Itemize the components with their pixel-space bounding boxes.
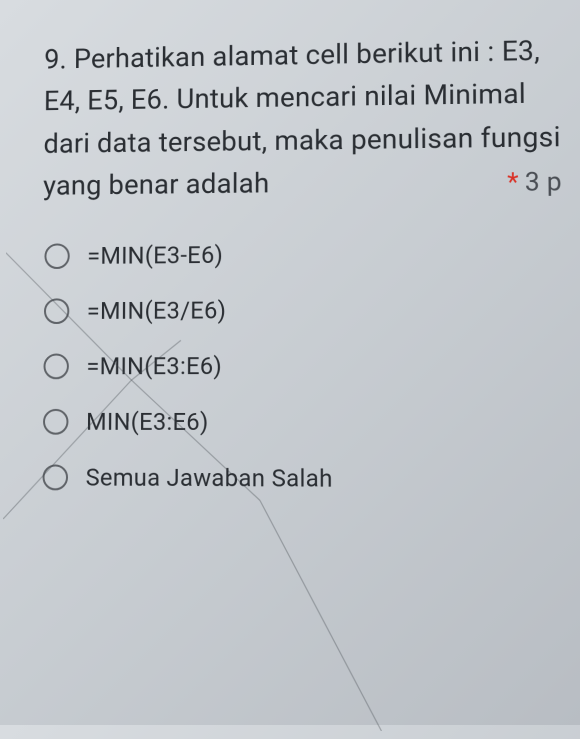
- option-0[interactable]: =MIN(E3-E6): [44, 239, 562, 271]
- radio-icon: [43, 354, 69, 380]
- option-label: Semua Jawaban Salah: [86, 464, 333, 493]
- question-header: 9. Perhatikan alamat cell berikut ini : …: [43, 29, 562, 208]
- option-label: =MIN(E3/E6): [87, 297, 227, 325]
- options-group: =MIN(E3-E6) =MIN(E3/E6) =MIN(E3:E6) MIN(…: [41, 239, 565, 495]
- option-3[interactable]: MIN(E3:E6): [43, 408, 564, 437]
- option-4[interactable]: Semua Jawaban Salah: [42, 464, 564, 494]
- option-1[interactable]: =MIN(E3/E6): [44, 295, 563, 325]
- option-label: =MIN(E3:E6): [86, 353, 222, 381]
- option-label: =MIN(E3-E6): [87, 242, 223, 271]
- question-number: 9.: [44, 43, 67, 75]
- radio-icon: [43, 409, 69, 435]
- radio-icon: [44, 244, 69, 270]
- question-meta: * 3 p: [503, 162, 562, 203]
- question-card: 9. Perhatikan alamat cell berikut ini : …: [3, 0, 580, 544]
- question-text: 9. Perhatikan alamat cell berikut ini : …: [43, 29, 562, 208]
- radio-icon: [42, 465, 68, 491]
- required-asterisk: *: [507, 163, 519, 203]
- radio-icon: [44, 299, 69, 325]
- option-2[interactable]: =MIN(E3:E6): [43, 352, 563, 381]
- question-body: Perhatikan alamat cell berikut ini : E3,…: [43, 34, 561, 202]
- points-label: 3 p: [525, 162, 562, 203]
- option-label: MIN(E3:E6): [86, 408, 209, 436]
